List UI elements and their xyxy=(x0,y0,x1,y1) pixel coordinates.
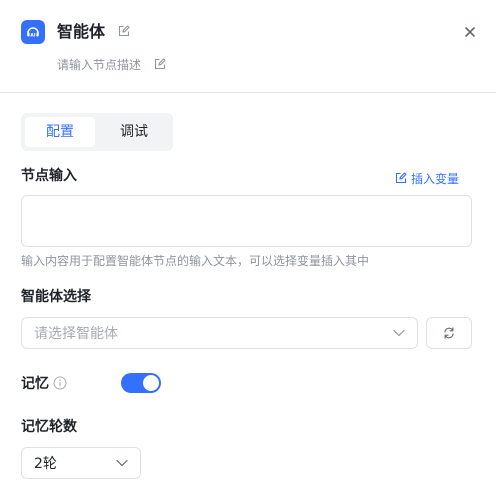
memory-toggle[interactable] xyxy=(121,373,161,393)
panel-header: AI 智能体 请输入节点描述 xyxy=(0,0,496,93)
memory-row: 记忆 xyxy=(21,372,67,394)
tab-config[interactable]: 配置 xyxy=(25,117,95,147)
insert-variable-label: 插入变量 xyxy=(411,171,460,186)
edit-description-icon[interactable] xyxy=(154,58,166,70)
config-debug-tabs: 配置 调试 xyxy=(21,113,173,151)
agent-select-placeholder: 请选择智能体 xyxy=(34,326,118,342)
memory-rounds-value: 2轮 xyxy=(34,456,57,472)
insert-variable-icon xyxy=(395,172,407,184)
memory-rounds-label: 记忆轮数 xyxy=(21,419,77,435)
node-input-label: 节点输入 xyxy=(21,168,77,184)
ai-agent-icon: AI xyxy=(21,20,45,44)
chevron-down-icon xyxy=(116,459,128,467)
info-icon[interactable] xyxy=(53,376,67,390)
node-input-textarea[interactable] xyxy=(21,195,472,247)
edit-title-icon[interactable] xyxy=(118,25,130,37)
agent-select-label: 智能体选择 xyxy=(21,289,91,305)
svg-text:AI: AI xyxy=(30,33,35,39)
agent-select[interactable]: 请选择智能体 xyxy=(21,317,418,349)
insert-variable-button[interactable]: 插入变量 xyxy=(395,169,459,187)
refresh-icon xyxy=(444,327,454,339)
chevron-down-icon xyxy=(393,329,405,337)
close-icon xyxy=(465,27,475,37)
node-description[interactable]: 请输入节点描述 xyxy=(57,57,141,73)
close-button[interactable] xyxy=(462,24,478,40)
refresh-agents-button[interactable] xyxy=(426,317,472,349)
memory-label: 记忆 xyxy=(21,376,49,392)
node-title[interactable]: 智能体 xyxy=(57,21,105,43)
tab-debug[interactable]: 调试 xyxy=(99,117,169,147)
toggle-knob xyxy=(143,375,159,391)
node-input-hint: 输入内容用于配置智能体节点的输入文本，可以选择变量插入其中 xyxy=(21,254,370,268)
memory-rounds-select[interactable]: 2轮 xyxy=(21,447,141,479)
